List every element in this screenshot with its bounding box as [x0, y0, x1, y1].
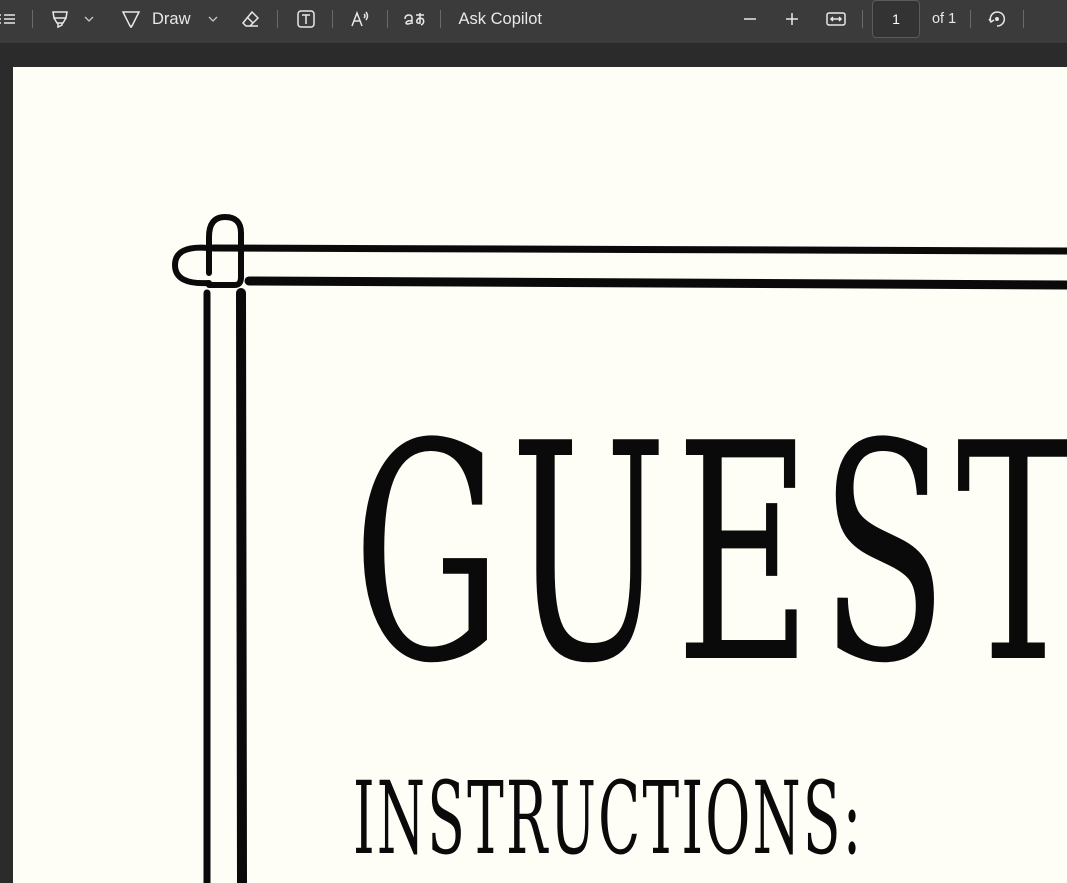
chevron-down-icon[interactable]: [81, 4, 97, 34]
rotate-icon: [987, 9, 1007, 29]
chevron-down-icon[interactable]: [205, 4, 221, 34]
minus-icon: [742, 11, 758, 27]
zoom-out-button[interactable]: [738, 4, 762, 34]
contents-menu-icon[interactable]: [0, 4, 20, 34]
toolbar-divider: [331, 10, 333, 28]
zoom-in-button[interactable]: [780, 4, 804, 34]
document-subtitle: INSTRUCTIONS:: [353, 760, 864, 877]
toolbar-divider: [439, 10, 441, 28]
toolbar-divider: [1023, 10, 1025, 28]
document-title: GUEST: [353, 380, 1067, 729]
read-aloud-icon[interactable]: [349, 4, 373, 34]
draw-label: Draw: [152, 9, 191, 28]
ask-copilot-label: Ask Copilot: [458, 9, 542, 28]
fit-width-button[interactable]: [823, 4, 849, 34]
document-viewer[interactable]: GUEST INSTRUCTIONS:: [0, 44, 1067, 883]
fit-width-icon: [825, 10, 847, 28]
text-box-icon[interactable]: [294, 4, 318, 34]
pdf-page: GUEST INSTRUCTIONS:: [13, 67, 1067, 883]
ask-copilot-button[interactable]: Ask Copilot: [459, 4, 542, 34]
toolbar-divider: [276, 10, 278, 28]
draw-pen-icon: [121, 9, 141, 29]
plus-icon: [784, 11, 800, 27]
toolbar-divider: [970, 10, 972, 28]
pdf-toolbar: Draw Ask Copilot of 1: [0, 0, 1067, 38]
page-number-input[interactable]: [871, 0, 920, 38]
page-total-label: of 1: [931, 11, 957, 27]
translate-icon[interactable]: [402, 4, 428, 34]
rotate-button[interactable]: [985, 4, 1009, 34]
draw-button[interactable]: Draw: [121, 4, 191, 34]
toolbar-divider: [861, 10, 863, 28]
eraser-icon[interactable]: [239, 4, 263, 34]
toolbar-divider: [32, 10, 33, 28]
toolbar-divider: [386, 10, 388, 28]
highlighter-icon[interactable]: [47, 4, 73, 34]
